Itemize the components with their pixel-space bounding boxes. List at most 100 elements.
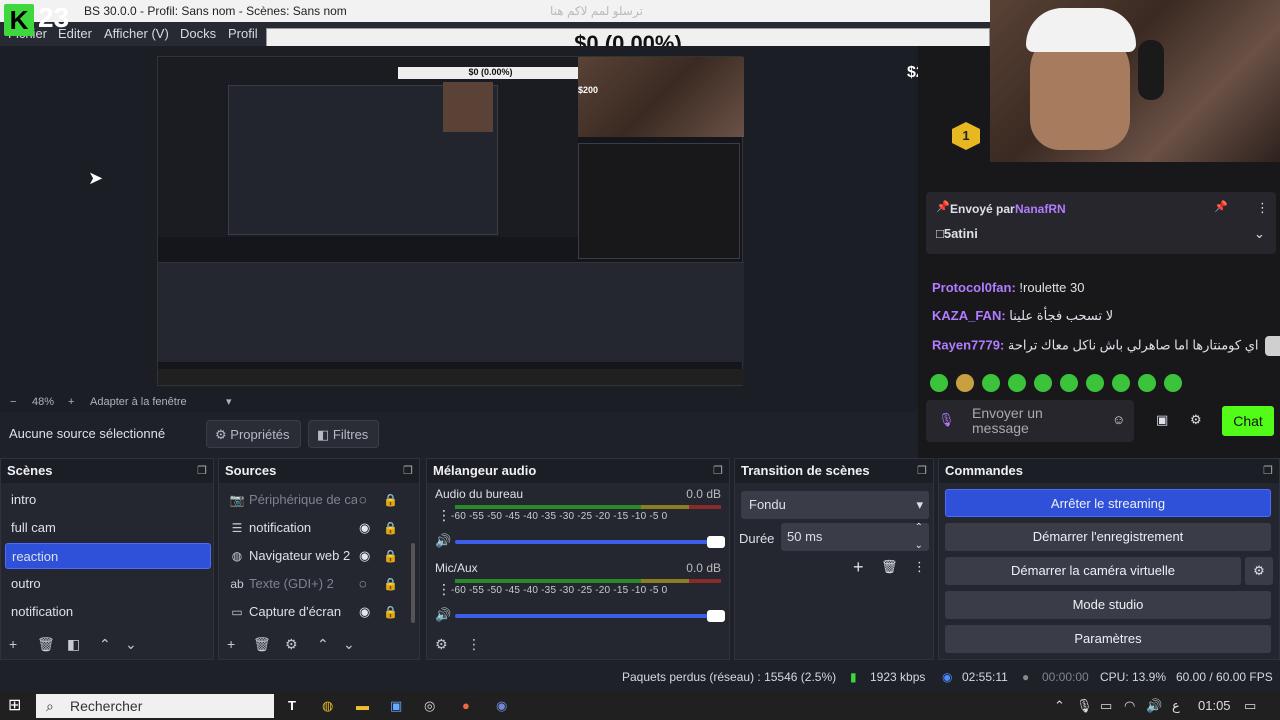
emote-icon[interactable] [1112, 374, 1130, 392]
emote-icon[interactable] [1164, 374, 1182, 392]
folder-icon[interactable]: ▬ [356, 692, 369, 720]
source-item[interactable]: ▭ Capture d'écran ◉ 🔒 [227, 599, 417, 625]
start-recording-button[interactable]: Démarrer l'enregistrement [945, 523, 1271, 551]
emote-icon[interactable] [1138, 374, 1156, 392]
notifications-icon[interactable]: ▭ [1244, 692, 1256, 720]
emote-icon[interactable] [1008, 374, 1026, 392]
scene-item[interactable]: intro [5, 487, 211, 513]
remove-source-icon[interactable]: 🗑 [253, 633, 271, 655]
mic-app-icon[interactable]: ● [462, 692, 470, 720]
move-down-icon[interactable]: ⌄ [125, 633, 137, 655]
chat-settings-icon[interactable]: ⚙ [1190, 412, 1202, 428]
more-options-icon[interactable]: ⋮ [1256, 200, 1269, 216]
lock-icon[interactable]: 🔒 [383, 599, 398, 625]
volume-slider[interactable] [455, 610, 725, 622]
source-settings-icon[interactable]: ⚙ [285, 633, 298, 655]
mixer-menu-icon[interactable]: ⋮ [467, 633, 481, 655]
menu-profil[interactable]: Profil [228, 22, 258, 46]
mic-icon[interactable]: 🎙 [938, 412, 955, 428]
lock-icon[interactable]: 🔒 [383, 571, 398, 597]
virtual-camera-button[interactable]: Démarrer la caméra virtuelle [945, 557, 1241, 585]
remove-transition-icon[interactable]: 🗑 [881, 559, 898, 575]
lock-icon[interactable]: 🔒 [383, 487, 398, 513]
preview-canvas[interactable]: $0 (0.00%) $200 [157, 56, 744, 386]
move-down-icon[interactable]: ⌄ [343, 633, 355, 655]
scene-item[interactable]: full cam [5, 515, 211, 541]
emote-icon[interactable] [1086, 374, 1104, 392]
scene-item[interactable]: notification [5, 599, 211, 625]
more-options-icon[interactable]: ⋮ [437, 507, 451, 524]
add-scene-icon[interactable]: + [9, 633, 17, 655]
speaker-icon[interactable]: 🔊 [435, 533, 451, 549]
eye-hidden-icon[interactable]: ◌ [359, 487, 367, 513]
speaker-icon[interactable]: 🔊 [435, 607, 451, 623]
chevron-down-icon[interactable]: ⌄ [1254, 226, 1265, 242]
emote-icon[interactable] [956, 374, 974, 392]
properties-button[interactable]: ⚙ Propriétés [206, 420, 301, 448]
eye-icon[interactable]: ◉ [359, 599, 370, 625]
scene-filters-icon[interactable]: ◧ [67, 633, 80, 655]
lock-icon[interactable]: 🔒 [383, 543, 398, 569]
move-up-icon[interactable]: ⌃ [99, 633, 111, 655]
emote-icon[interactable] [930, 374, 948, 392]
chat-send-button[interactable]: Chat [1222, 406, 1274, 436]
discord-icon[interactable]: ◉ [496, 692, 507, 720]
nested-chat-panel [578, 143, 740, 259]
pinned-message[interactable]: 📌 Envoyé par NanafRN □5atini 📌 ⋮ ⌄ [926, 192, 1276, 254]
obs-icon[interactable]: ◎ [424, 692, 435, 720]
chat-placeholder: Envoyer un message [972, 405, 1043, 436]
eye-hidden-icon[interactable]: ◌ [359, 571, 367, 597]
source-item[interactable]: ◍ Navigateur web 2 ◉ 🔒 [227, 543, 417, 569]
tray-arrow-icon[interactable]: ⌃ [1054, 692, 1065, 720]
add-transition-icon[interactable]: + [853, 557, 864, 578]
volume-icon[interactable]: 🔊 [1146, 692, 1162, 720]
filters-button[interactable]: ◧ Filtres [308, 420, 380, 448]
menu-afficher[interactable]: Afficher (V) [104, 22, 169, 46]
eye-icon[interactable]: ◉ [359, 515, 370, 541]
emote-icon[interactable] [1034, 374, 1052, 392]
volume-meter [455, 579, 721, 583]
source-item[interactable]: 📷Périphérique de capture vidéo◌🔒 [227, 487, 417, 513]
volume-slider[interactable] [455, 536, 725, 548]
stop-streaming-button[interactable]: Arrêter le streaming [945, 489, 1271, 517]
lock-icon[interactable]: 🔒 [383, 515, 398, 541]
chrome-icon[interactable]: ◍ [322, 692, 333, 720]
zoom-dropdown-icon[interactable]: ▾ [226, 392, 232, 412]
studio-mode-button[interactable]: Mode studio [945, 591, 1271, 619]
move-up-icon[interactable]: ⌃ [317, 633, 329, 655]
scene-item[interactable]: outro [5, 571, 211, 597]
windows-start-icon[interactable]: ⊞ [8, 692, 21, 720]
source-item[interactable]: ab Texte (GDI+) 2 ◌ 🔒 [227, 571, 417, 597]
menu-docks[interactable]: Docks [180, 22, 216, 46]
nested-webcam-thumb [443, 82, 493, 132]
transition-menu-icon[interactable]: ⋮ [913, 559, 926, 575]
source-item[interactable]: ☰ notification ◉ 🔒 [227, 515, 417, 541]
sources-scrollbar[interactable] [411, 543, 415, 623]
emote-icon[interactable] [982, 374, 1000, 392]
emote-icon[interactable] [1060, 374, 1078, 392]
chat-input[interactable]: 🎙 Envoyer un message ☺ [926, 400, 1134, 442]
store-icon[interactable]: ▣ [390, 692, 402, 720]
add-source-icon[interactable]: + [227, 633, 235, 655]
transition-select[interactable]: Fondu ▾ [741, 491, 929, 519]
more-options-icon[interactable]: ⋮ [437, 581, 451, 598]
remove-scene-icon[interactable]: 🗑 [37, 633, 55, 655]
app-icon[interactable]: T [288, 692, 296, 720]
gift-icon[interactable]: ▣ [1156, 412, 1168, 428]
language-indicator[interactable]: ع [1172, 692, 1180, 720]
scene-item-selected[interactable]: reaction [5, 543, 211, 569]
eye-icon[interactable]: ◉ [359, 543, 370, 569]
settings-button[interactable]: Paramètres [945, 625, 1271, 653]
taskbar-search[interactable]: ⌕ Rechercher [36, 694, 274, 718]
zoom-in-button[interactable]: + [68, 392, 74, 412]
clock[interactable]: 01:05 [1198, 692, 1231, 720]
zoom-out-button[interactable]: − [10, 392, 16, 412]
unpin-icon[interactable]: 📌 [1214, 200, 1228, 213]
viewer-count: 23 [38, 2, 70, 33]
emoji-icon[interactable]: ☺ [1112, 412, 1125, 427]
duration-input[interactable]: 50 ms ⌃ ⌄ [781, 522, 929, 551]
virtual-camera-settings-icon[interactable]: ⚙ [1245, 557, 1273, 585]
wifi-icon[interactable]: ◠ [1124, 692, 1135, 720]
mic-tray-icon[interactable]: 🎙 [1076, 692, 1093, 720]
advanced-audio-icon[interactable]: ⚙ [435, 633, 448, 655]
